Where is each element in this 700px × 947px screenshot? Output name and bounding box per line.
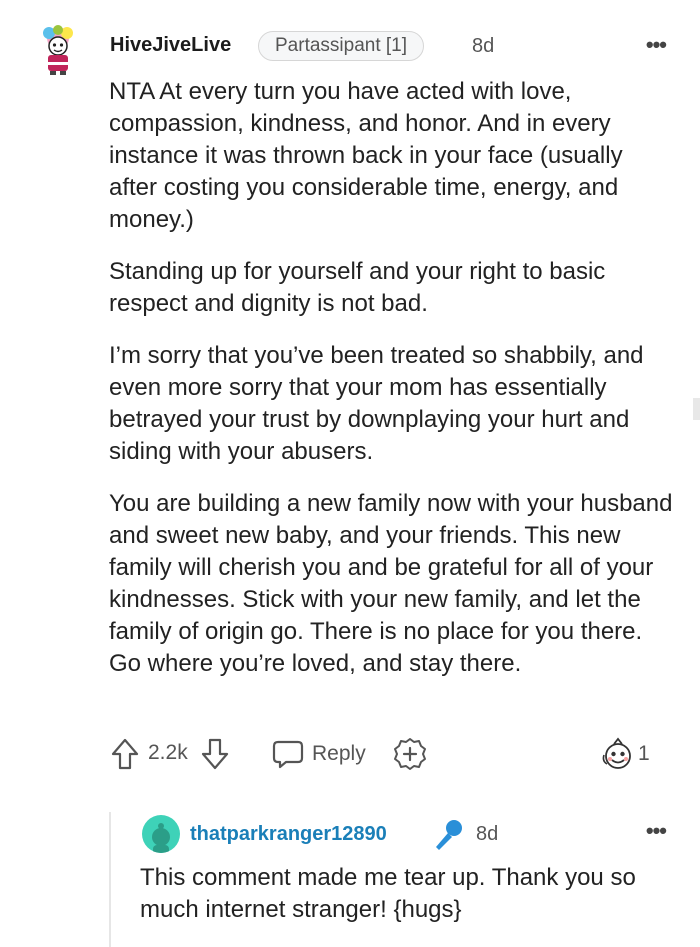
reply-author[interactable]: thatparkranger12890 [190, 823, 387, 846]
more-options-icon[interactable]: ••• [646, 32, 667, 58]
downvote-arrow-icon [201, 738, 229, 770]
reply-avatar[interactable] [142, 815, 180, 853]
comment-body: NTA At every turn you have acted with lo… [109, 76, 674, 700]
wholesome-award-icon [602, 737, 631, 769]
comment-paragraph: Standing up for yourself and your right … [109, 258, 606, 317]
comment-actions: 2.2k Reply 1 [110, 737, 670, 773]
comment-paragraph: I’m sorry that you’ve been treated so sh… [109, 342, 644, 465]
reply-more-options-icon[interactable]: ••• [646, 818, 667, 844]
reply-timestamp: 8d [476, 823, 499, 845]
microphone-icon [430, 818, 466, 857]
upvote-button[interactable] [110, 737, 140, 771]
add-award-icon [394, 738, 426, 770]
upvote-arrow-icon [111, 738, 139, 770]
user-avatar[interactable] [36, 24, 80, 76]
downvote-button[interactable] [200, 737, 230, 771]
reply-label: Reply [312, 742, 366, 765]
comment-author[interactable]: HiveJiveLive [110, 34, 231, 57]
reply-body: This comment made me tear up. Thank you … [140, 864, 636, 923]
snoo-avatar-icon [152, 823, 170, 853]
comment-paragraph: NTA At every turn you have acted with lo… [109, 78, 623, 233]
avatar-image [43, 25, 73, 75]
comment-timestamp: 8d [472, 35, 495, 57]
scroll-indicator [693, 398, 700, 420]
reply-button[interactable]: Reply [272, 739, 366, 769]
award-count: 1 [638, 742, 650, 765]
thread-line[interactable] [109, 812, 111, 947]
award-display[interactable]: 1 [600, 737, 650, 771]
comment-bubble-icon [272, 740, 304, 769]
user-flair: Partassipant [1] [258, 31, 425, 61]
vote-count: 2.2k [148, 741, 188, 764]
award-button[interactable] [393, 737, 427, 771]
comment-paragraph: You are building a new family now with y… [109, 490, 673, 677]
